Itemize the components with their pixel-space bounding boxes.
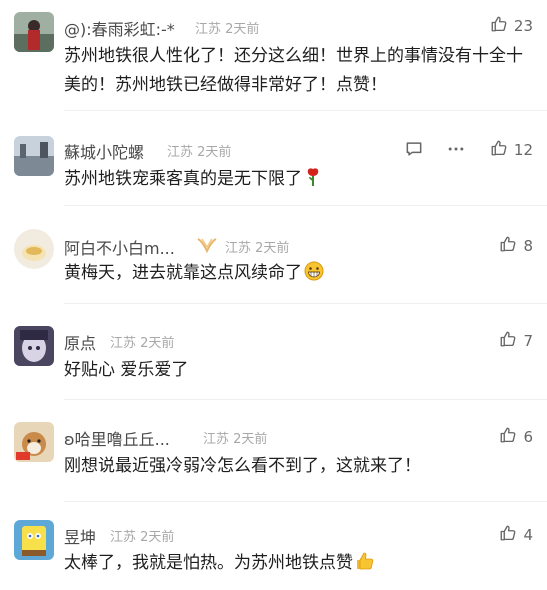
comment-item-1: @):春雨彩虹:-* 江苏 2天前 23 苏州地铁很人性化了！还分这么细！世界上… xyxy=(0,0,547,111)
comment-text: 刚想说最近强冷弱冷怎么看不到了，这就来了！ xyxy=(64,456,421,476)
like-button[interactable]: 12 xyxy=(490,139,533,161)
comment-time: 2天前 xyxy=(225,22,260,37)
comment-text: 苏州地铁宠乘客真的是无下限了 xyxy=(64,169,302,189)
like-count: 7 xyxy=(523,332,533,350)
comment-meta: 江苏 2天前 xyxy=(225,237,289,256)
badge-icon xyxy=(196,237,218,254)
comment-meta: 江苏 2天前 xyxy=(110,526,174,545)
thumbs-up-icon xyxy=(499,426,517,448)
comment-item-4: 原点 江苏 2天前 7 好贴心 爱乐爱了 xyxy=(0,304,547,400)
comment-author[interactable]: 蘇城小陀螺 xyxy=(64,139,144,163)
comment-item-2: 蘇城小陀螺 江苏 2天前 12 苏州地铁宠乘客真的是无下限了 xyxy=(0,111,547,206)
comment-item-5: ʚ哈里噜丘丘... 江苏 2天前 6 刚想说最近强冷弱冷怎么看不到了，这就来了！ xyxy=(0,400,547,502)
reply-button[interactable] xyxy=(404,139,424,163)
comment-author[interactable]: 原点 xyxy=(64,330,96,354)
like-button[interactable]: 23 xyxy=(490,15,533,37)
comment-location: 江苏 xyxy=(225,241,252,256)
comment-location: 江苏 xyxy=(167,145,194,160)
rose-emoji xyxy=(304,167,322,197)
avatar[interactable] xyxy=(14,326,54,366)
like-button[interactable]: 8 xyxy=(499,235,533,257)
thumbs-up-emoji xyxy=(355,551,375,581)
comment-text: 黄梅天，进去就靠这点风续命了 xyxy=(64,263,302,283)
comment-location: 江苏 xyxy=(110,336,137,351)
comment-meta: 江苏 2天前 xyxy=(195,18,259,37)
avatar[interactable] xyxy=(14,422,54,462)
comment-body: 太棒了，我就是怕热。为苏州地铁点赞 xyxy=(64,549,534,581)
thumbs-up-icon xyxy=(490,139,508,161)
comment-body: 苏州地铁宠乘客真的是无下限了 xyxy=(64,165,534,197)
comment-location: 江苏 xyxy=(203,432,230,447)
avatar[interactable] xyxy=(14,520,54,560)
comment-time: 2天前 xyxy=(233,432,268,447)
comment-text: 太棒了，我就是怕热。为苏州地铁点赞 xyxy=(64,553,353,573)
comment-icon xyxy=(404,139,424,163)
comment-time: 2天前 xyxy=(140,336,175,351)
comment-location: 江苏 xyxy=(195,22,222,37)
thumbs-up-icon xyxy=(490,15,508,37)
comment-author[interactable]: ʚ哈里噜丘丘... xyxy=(64,426,170,450)
comment-author[interactable]: @):春雨彩虹:-* xyxy=(64,16,175,40)
more-button[interactable] xyxy=(446,139,466,163)
comment-text: 苏州地铁很人性化了！还分这么细！世界上的事情没有十全十美的！苏州地铁已经做得非常… xyxy=(64,46,523,95)
comment-author[interactable]: 昱坤 xyxy=(64,524,96,548)
thumbs-up-icon xyxy=(499,330,517,352)
grin-emoji xyxy=(304,261,324,291)
like-count: 8 xyxy=(523,237,533,255)
comment-time: 2天前 xyxy=(197,145,232,160)
like-button[interactable]: 4 xyxy=(499,524,533,546)
comment-time: 2天前 xyxy=(140,530,175,545)
comment-meta: 江苏 2天前 xyxy=(110,332,174,351)
more-icon xyxy=(446,139,466,163)
like-button[interactable]: 7 xyxy=(499,330,533,352)
comment-meta: 江苏 2天前 xyxy=(167,141,231,160)
comment-item-3: 阿白不小白m... 江苏 2天前 8 黄梅天，进去就靠这点风续命了 xyxy=(0,206,547,304)
comment-meta: 江苏 2天前 xyxy=(203,428,267,447)
like-count: 6 xyxy=(523,428,533,446)
avatar[interactable] xyxy=(14,12,54,52)
like-count: 12 xyxy=(513,141,533,159)
comment-body: 黄梅天，进去就靠这点风续命了 xyxy=(64,259,534,291)
comment-item-6: 昱坤 江苏 2天前 4 太棒了，我就是怕热。为苏州地铁点赞 xyxy=(0,502,547,590)
like-button[interactable]: 6 xyxy=(499,426,533,448)
comment-location: 江苏 xyxy=(110,530,137,545)
comment-text: 好贴心 爱乐爱了 xyxy=(64,360,189,380)
comment-author[interactable]: 阿白不小白m... xyxy=(64,235,175,259)
comment-time: 2天前 xyxy=(255,241,290,256)
thumbs-up-icon xyxy=(499,524,517,546)
avatar[interactable] xyxy=(14,229,54,269)
avatar[interactable] xyxy=(14,136,54,176)
thumbs-up-icon xyxy=(499,235,517,257)
like-count: 23 xyxy=(513,17,533,35)
like-count: 4 xyxy=(523,526,533,544)
